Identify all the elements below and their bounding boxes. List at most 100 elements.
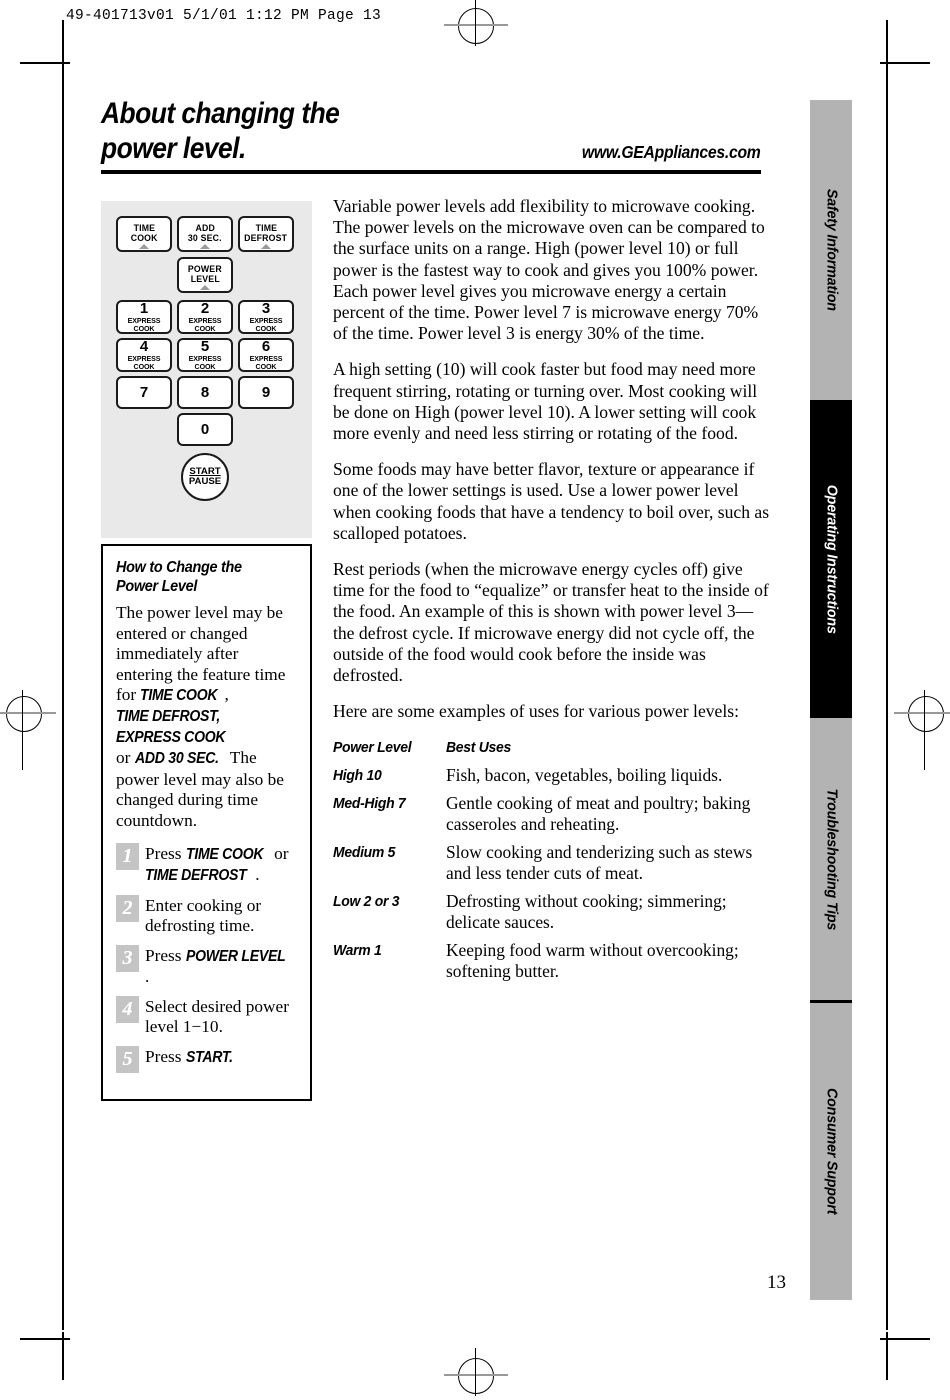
sidebar-item-safety-information[interactable]: Safety Information xyxy=(810,100,852,400)
step-text: Press TIME COOK or TIME DEFROST. xyxy=(145,843,298,886)
registration-line-left xyxy=(0,712,56,714)
keypad-button-power-level-line2: LEVEL xyxy=(190,274,220,284)
table-cell-level: Low 2 or 3 xyxy=(333,893,400,911)
table-cell-level: Warm 1 xyxy=(333,942,382,960)
sidebar-item-consumer-support[interactable]: Consumer Support xyxy=(810,1003,852,1300)
keypad-button-power-level[interactable]: POWER LEVEL xyxy=(177,257,233,293)
table-row: Medium 5 Slow cooking and tenderizing su… xyxy=(333,842,773,884)
keypad-button-9-number: 9 xyxy=(261,384,271,401)
keypad-button-5-number: 5 xyxy=(200,338,210,356)
registration-tick-top xyxy=(475,0,476,46)
keypad-button-6-number: 6 xyxy=(261,338,271,356)
crop-mark-bottom-right-h xyxy=(880,1338,930,1340)
registration-tick-right xyxy=(924,690,925,770)
keypad-button-time-defrost-line2: DEFROST xyxy=(244,233,288,243)
tab-label-operating-instructions: Operating Instructions xyxy=(823,484,839,634)
table-header-row: Power Level Best Uses xyxy=(333,737,773,758)
step-5-emph: START. xyxy=(185,1048,233,1066)
sidebar-emph-time-cook: TIME COOK xyxy=(140,687,218,705)
step-list: 1 Press TIME COOK or TIME DEFROST. 2 Ent… xyxy=(116,842,298,1073)
keypad-button-add-30-sec[interactable]: ADD 30 SEC. xyxy=(177,216,233,252)
section-tab-strip: Safety Information Operating Instruction… xyxy=(810,100,852,1300)
table-cell-uses: Gentle cooking of meat and poultry; baki… xyxy=(446,793,751,835)
keypad-button-1-number: 1 xyxy=(139,300,149,318)
keypad-button-3[interactable]: 3 EXPRESS COOK xyxy=(238,300,294,334)
table-cell-level: Med-High 7 xyxy=(333,795,406,813)
step-4-pre: Select desired power level 1−10. xyxy=(145,996,289,1036)
list-item: 3 Press POWER LEVEL. xyxy=(116,944,298,987)
step-number: 5 xyxy=(116,1045,139,1073)
main-content-column: Variable power levels add flexibility to… xyxy=(333,196,773,989)
keypad-button-8-number: 8 xyxy=(200,384,210,401)
triangle-indicator-icon xyxy=(200,284,210,290)
keypad-button-2[interactable]: 2 EXPRESS COOK xyxy=(177,300,233,334)
triangle-indicator-icon xyxy=(139,243,149,249)
keypad-button-6[interactable]: 6 EXPRESS COOK xyxy=(238,338,294,372)
keypad-button-1[interactable]: 1 EXPRESS COOK xyxy=(116,300,172,334)
sidebar-emph-add-30-sec: ADD 30 SEC. xyxy=(134,750,219,768)
step-5-pre: Press xyxy=(145,1046,186,1066)
sidebar-item-troubleshooting-tips[interactable]: Troubleshooting Tips xyxy=(810,718,852,1000)
keypad-button-1-sublabel: EXPRESS COOK xyxy=(127,316,161,333)
sidebar-intro-paragraph: The power level may be entered or change… xyxy=(116,603,298,832)
step-number: 1 xyxy=(116,842,139,870)
step-number: 2 xyxy=(116,894,139,922)
page-title: About changing the power level. www.GEAp… xyxy=(101,96,761,166)
print-slug: 49-401713v01 5/1/01 1:12 PM Page 13 xyxy=(66,8,382,24)
step-text: Press POWER LEVEL. xyxy=(145,945,298,987)
page-border-right xyxy=(886,68,888,1330)
crop-mark-top-right-h xyxy=(880,62,930,64)
body-paragraph-4: Rest periods (when the microwave energy … xyxy=(333,559,769,686)
triangle-indicator-icon xyxy=(261,243,271,249)
step-number: 4 xyxy=(116,995,139,1023)
website-url: www.GEAppliances.com xyxy=(582,142,761,162)
page-title-line-1: About changing the xyxy=(101,97,340,130)
control-panel-illustration: TIME COOK ADD 30 SEC. TIME DEFROST POWER… xyxy=(101,201,312,538)
list-item: 1 Press TIME COOK or TIME DEFROST. xyxy=(116,842,298,886)
step-1-emph-2: TIME DEFROST xyxy=(145,866,247,884)
keypad-button-0[interactable]: 0 xyxy=(177,413,233,446)
step-3-pre: Press xyxy=(145,945,186,965)
keypad-button-time-cook-line2: COOK xyxy=(130,233,158,243)
step-1-emph-1: TIME COOK xyxy=(185,845,264,863)
keypad-button-6-sublabel: EXPRESS COOK xyxy=(249,354,283,371)
keypad-button-start-line2: PAUSE xyxy=(188,476,222,487)
page-title-line-2: power level. xyxy=(101,132,246,165)
keypad-button-add-30-sec-line2: 30 SEC. xyxy=(188,233,222,243)
table-cell-uses: Keeping food warm without overcooking; s… xyxy=(446,940,739,982)
step-number: 3 xyxy=(116,944,139,972)
table-header-power-level: Power Level xyxy=(333,739,412,757)
keypad-button-9[interactable]: 9 xyxy=(238,376,294,409)
list-item: 5 Press START. xyxy=(116,1045,298,1073)
keypad-button-4-sublabel: EXPRESS COOK xyxy=(127,354,161,371)
power-level-table: Power Level Best Uses High 10 Fish, baco… xyxy=(333,737,773,982)
table-cell-uses: Fish, bacon, vegetables, boiling liquids… xyxy=(446,765,723,786)
page-border-left xyxy=(62,68,64,1330)
keypad-button-8[interactable]: 8 xyxy=(177,376,233,409)
crop-mark-top-left-h xyxy=(20,62,70,64)
keypad-button-5[interactable]: 5 EXPRESS COOK xyxy=(177,338,233,372)
sidebar-item-operating-instructions[interactable]: Operating Instructions xyxy=(810,400,852,718)
registration-line-top xyxy=(444,24,508,26)
step-text: Enter cooking or defrosting time. xyxy=(145,895,298,936)
table-row: Low 2 or 3 Defrosting without cooking; s… xyxy=(333,891,773,933)
body-paragraph-1: Variable power levels add flexibility to… xyxy=(333,196,765,344)
step-3-emph: POWER LEVEL xyxy=(185,947,286,965)
registration-tick-bottom xyxy=(475,1348,476,1396)
keypad-button-start-pause[interactable]: START PAUSE xyxy=(181,453,229,501)
registration-line-bottom xyxy=(444,1374,508,1376)
table-row: High 10 Fish, bacon, vegetables, boiling… xyxy=(333,765,773,786)
table-row: Med-High 7 Gentle cooking of meat and po… xyxy=(333,793,773,835)
keypad-button-7[interactable]: 7 xyxy=(116,376,172,409)
keypad-button-7-number: 7 xyxy=(139,384,149,401)
keypad-button-time-defrost[interactable]: TIME DEFROST xyxy=(238,216,294,252)
tab-label-safety-information: Safety Information xyxy=(823,189,839,311)
crop-mark-top-left-v xyxy=(62,20,64,68)
title-underline-rule xyxy=(101,170,761,174)
sidebar-heading-line-1: How to Change the xyxy=(116,559,242,576)
registration-mark-bottom xyxy=(458,1358,494,1394)
how-to-change-power-level-box: How to Change the Power Level The power … xyxy=(101,544,312,1101)
keypad-button-4[interactable]: 4 EXPRESS COOK xyxy=(116,338,172,372)
sidebar-intro-b: , xyxy=(224,685,229,705)
keypad-button-time-cook[interactable]: TIME COOK xyxy=(116,216,172,252)
